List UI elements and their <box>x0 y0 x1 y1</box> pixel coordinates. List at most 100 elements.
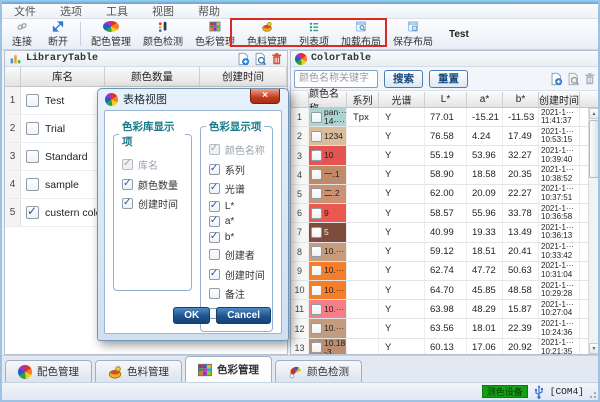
color-row-checkbox[interactable] <box>311 226 322 238</box>
disconnect-button[interactable]: 断开 <box>40 20 76 49</box>
create-time-header[interactable]: 创建时间 <box>539 92 580 107</box>
search-library-icon[interactable] <box>253 52 267 66</box>
color-table-row[interactable]: 12 10.··· Y 63.56 18.01 22.39 2021-1··· … <box>291 319 588 339</box>
scroll-up-arrow[interactable]: ▲ <box>589 108 598 119</box>
library-row-checkbox[interactable] <box>26 204 39 219</box>
color-table-row[interactable]: 10 10.··· Y 64.70 45.85 48.58 2021-1··· … <box>291 281 588 301</box>
display-option-row[interactable]: 光谱 <box>208 181 266 196</box>
color-table-row[interactable]: 9 10.··· Y 62.74 47.72 50.63 2021-1··· 1… <box>291 262 588 281</box>
color-row-checkbox[interactable] <box>311 150 322 162</box>
color-row-checkbox[interactable] <box>311 246 322 258</box>
ok-button[interactable]: OK <box>173 307 211 324</box>
add-color-icon[interactable] <box>549 72 563 86</box>
color-table-row[interactable]: 4 一.1 Y 58.90 18.58 20.35 2021-1··· 10:3… <box>291 165 588 185</box>
resize-grip[interactable] <box>587 389 597 399</box>
tab-color-detect[interactable]: 颜色检测 <box>275 360 362 382</box>
menu-item-tools[interactable]: 工具 <box>94 4 140 18</box>
display-option-checkbox[interactable] <box>208 215 220 227</box>
display-option-checkbox[interactable] <box>208 163 220 175</box>
tab-colorant-mgmt[interactable]: 色料管理 <box>95 360 182 382</box>
display-option-checkbox[interactable] <box>208 249 220 260</box>
color-name-header[interactable]: 颜色名称 <box>309 89 347 115</box>
display-option-checkbox[interactable] <box>122 178 133 190</box>
display-option-checkbox[interactable] <box>122 197 133 209</box>
color-detect-button[interactable]: 颜色检测 <box>137 20 189 49</box>
color-table-row[interactable]: 2 1234 Y 76.58 4.24 17.49 2021-1··· 10:5… <box>291 127 588 147</box>
color-row-checkbox[interactable] <box>311 323 322 335</box>
color-table-row[interactable]: 1 pan··· 14-··· Tpx Y 77.01 -15.21 -11.5… <box>291 108 588 128</box>
b-star-header[interactable]: b* <box>503 92 539 107</box>
color-row-checkbox[interactable] <box>311 169 322 181</box>
display-option-checkbox[interactable] <box>208 200 220 212</box>
colorant-mgmt-button[interactable]: 色料管理 <box>241 20 293 49</box>
color-row-checkbox[interactable] <box>311 284 322 296</box>
create-time-header[interactable]: 创建时间 <box>200 67 287 86</box>
menu-item-file[interactable]: 文件 <box>2 4 48 18</box>
tab-label: 配色管理 <box>37 366 79 378</box>
scrollbar-thumb[interactable] <box>589 120 598 178</box>
color-row-checkbox[interactable] <box>311 265 322 277</box>
display-option-checkbox[interactable] <box>208 231 220 243</box>
library-name-header[interactable]: 库名 <box>21 67 105 86</box>
l-star-header[interactable]: L* <box>425 92 467 107</box>
library-row-checkbox[interactable] <box>26 94 39 107</box>
color-count-header[interactable]: 颜色数量 <box>105 67 200 86</box>
display-option-checkbox[interactable] <box>208 182 220 194</box>
color-row-checkbox[interactable] <box>311 188 322 200</box>
display-option-row[interactable]: 创建时间 <box>122 196 185 211</box>
color-row-checkbox[interactable] <box>311 207 322 219</box>
color-table-row[interactable]: 5 二.2 Y 62.00 20.09 22.27 2021-1··· 10:3… <box>291 185 588 205</box>
display-option-row[interactable]: 颜色数量 <box>122 177 185 192</box>
display-option-row[interactable]: a* <box>208 215 266 227</box>
display-option-row[interactable]: 库名 <box>122 157 185 172</box>
cancel-button[interactable]: Cancel <box>216 307 271 324</box>
tab-color-match-mgmt[interactable]: 配色管理 <box>5 360 92 382</box>
library-row-checkbox[interactable] <box>26 150 39 163</box>
color-match-mgmt-button[interactable]: 配色管理 <box>85 20 137 49</box>
connect-button[interactable]: 连接 <box>4 20 40 49</box>
color-row-checkbox[interactable] <box>311 342 322 354</box>
tab-color-mgmt[interactable]: 色彩管理 <box>185 356 272 382</box>
color-row-checkbox[interactable] <box>311 130 322 142</box>
display-option-row[interactable]: 创建者 <box>208 247 266 262</box>
display-option-row[interactable]: 颜色名称 <box>208 142 266 157</box>
add-library-icon[interactable] <box>236 52 250 66</box>
color-row-checkbox[interactable] <box>311 303 322 315</box>
reset-button[interactable]: 重置 <box>429 69 468 88</box>
color-table-row[interactable]: 8 10.··· Y 59.12 18.51 20.41 2021-1··· 1… <box>291 242 588 262</box>
display-option-row[interactable]: b* <box>208 231 266 243</box>
menu-item-help[interactable]: 帮助 <box>186 4 232 18</box>
library-row-checkbox[interactable] <box>26 122 39 135</box>
color-table-row[interactable]: 6 9 Y 58.57 55.96 33.78 2021-1··· 10:36:… <box>291 204 588 224</box>
color-mgmt-button[interactable]: 色彩管理 <box>189 20 241 49</box>
spectrum-header[interactable]: 光谱 <box>379 92 425 107</box>
search-button[interactable]: 搜索 <box>384 69 423 88</box>
delete-color-icon[interactable] <box>583 72 596 86</box>
color-table-row[interactable]: 3 10 Y 55.19 53.96 32.27 2021-1··· 10:39… <box>291 146 588 166</box>
list-items-button[interactable]: 列表项 <box>293 20 335 49</box>
display-option-row[interactable]: L* <box>208 200 266 212</box>
load-layout-button[interactable]: 加载布局 <box>335 20 387 49</box>
save-layout-button[interactable]: 保存布局 <box>387 20 439 49</box>
vertical-scrollbar[interactable]: ▲ ▼ <box>588 108 598 354</box>
color-table-row[interactable]: 11 10.··· Y 63.98 48.29 15.87 2021-1··· … <box>291 300 588 320</box>
display-option-checkbox[interactable] <box>208 268 220 280</box>
search-color-icon[interactable] <box>566 72 580 86</box>
menu-item-view[interactable]: 视图 <box>140 4 186 18</box>
color-table-row[interactable]: 13 10.18 -3 Y 60.13 17.06 20.92 2021-1··… <box>291 338 588 354</box>
display-option-checkbox[interactable] <box>208 288 220 299</box>
series-header[interactable]: 系列 <box>347 92 379 107</box>
display-option-row[interactable]: 创建时间 <box>208 267 266 282</box>
color-table-row[interactable]: 7 5 Y 40.99 19.33 13.49 2021-1··· 10:36:… <box>291 223 588 243</box>
a-star-header[interactable]: a* <box>467 92 503 107</box>
library-row-checkbox[interactable] <box>26 178 39 191</box>
display-option-checkbox[interactable] <box>208 143 220 155</box>
close-icon[interactable]: × <box>250 89 280 104</box>
display-option-row[interactable]: 备注 <box>208 286 266 301</box>
scroll-down-arrow[interactable]: ▼ <box>589 343 598 354</box>
delete-library-icon[interactable] <box>270 52 283 66</box>
display-option-checkbox[interactable] <box>122 158 133 170</box>
display-option-row[interactable]: 系列 <box>208 162 266 177</box>
menu-item-options[interactable]: 选项 <box>48 4 94 18</box>
color-row-checkbox[interactable] <box>311 111 322 123</box>
